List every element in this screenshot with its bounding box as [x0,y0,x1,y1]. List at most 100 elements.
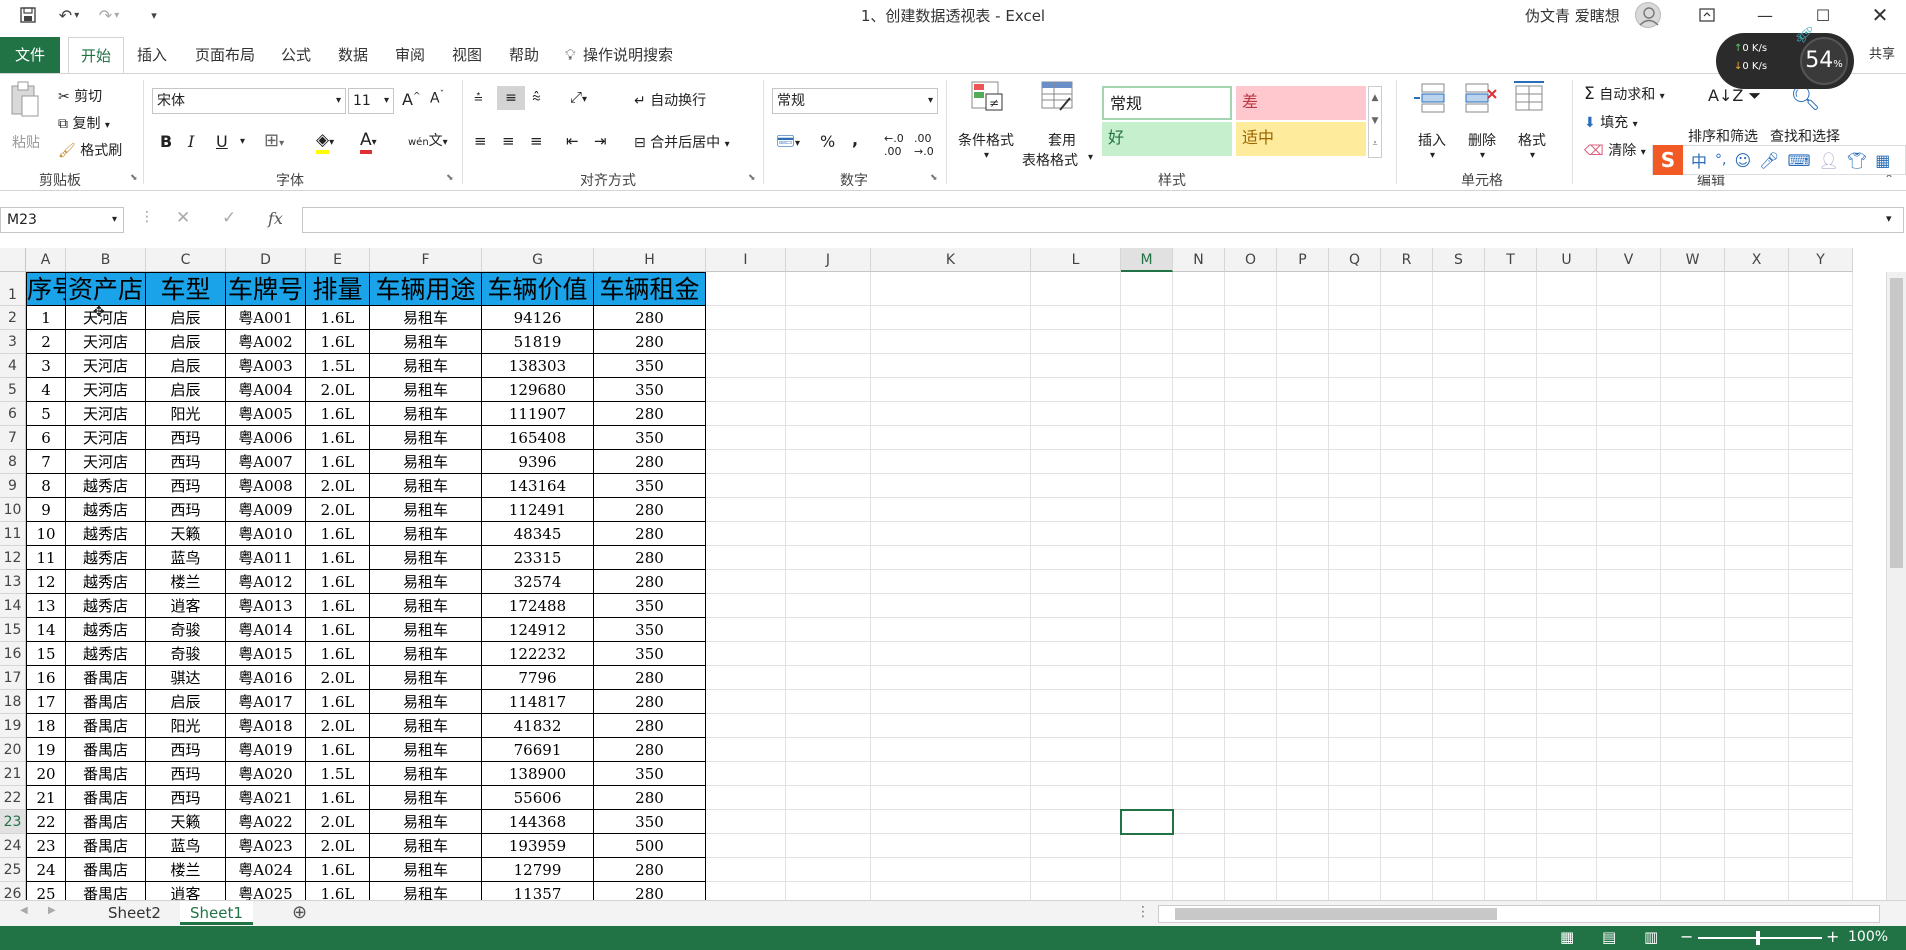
grid-cell[interactable] [1277,642,1329,666]
grid-cell[interactable] [1225,354,1277,378]
grid-cell[interactable] [1597,834,1661,858]
grid-cell[interactable] [1225,738,1277,762]
grid-cell[interactable] [1789,498,1853,522]
grid-cell[interactable] [786,306,871,330]
table-cell[interactable]: 越秀店 [66,642,146,666]
grid-cell[interactable] [871,426,1031,450]
grid-cell[interactable] [1225,570,1277,594]
grid-cell[interactable] [786,762,871,786]
grid-cell[interactable] [1329,882,1381,900]
grid-cell[interactable] [1031,402,1121,426]
grid-cell[interactable] [1031,714,1121,738]
grid-cell[interactable] [1381,450,1433,474]
table-cell[interactable]: 1.6L [306,642,370,666]
grid-cell[interactable] [1725,858,1789,882]
grid-cell[interactable] [1031,666,1121,690]
grid-cell[interactable] [786,594,871,618]
grid-cell[interactable] [786,834,871,858]
percent-icon[interactable]: % [820,132,835,151]
grid-cell[interactable] [786,858,871,882]
grid-cell[interactable] [1537,714,1597,738]
grid-cell[interactable] [1597,426,1661,450]
row-header[interactable]: 1 [0,272,26,306]
table-cell[interactable]: 易租车 [370,690,482,714]
bold-button[interactable]: B [160,132,172,151]
column-header[interactable]: Y [1789,248,1853,272]
grid-cell[interactable] [871,594,1031,618]
column-header[interactable]: A [26,248,66,272]
grid-cell[interactable] [1121,498,1173,522]
grid-cell[interactable] [1329,474,1381,498]
table-cell[interactable]: 易租车 [370,714,482,738]
table-cell[interactable]: 粤A001 [226,306,306,330]
grid-cell[interactable] [1433,810,1485,834]
table-cell[interactable]: 易租车 [370,426,482,450]
column-header[interactable]: Q [1329,248,1381,272]
table-cell[interactable]: 2.0L [306,834,370,858]
column-header[interactable]: I [706,248,786,272]
grid-cell[interactable] [786,810,871,834]
row-header[interactable]: 13 [0,570,26,594]
grid-cell[interactable] [1121,354,1173,378]
grid-cell[interactable] [1173,498,1225,522]
grid-cell[interactable] [1725,594,1789,618]
grid-cell[interactable] [1277,666,1329,690]
table-cell[interactable]: 23 [26,834,66,858]
grid-cell[interactable] [871,522,1031,546]
table-cell[interactable]: 2.0L [306,810,370,834]
table-header-cell[interactable]: 车辆租金 [594,272,706,306]
grid-cell[interactable] [1329,306,1381,330]
grid-cell[interactable] [1485,762,1537,786]
table-cell[interactable]: 粤A002 [226,330,306,354]
table-cell[interactable]: 23315 [482,546,594,570]
grid-cell[interactable] [1537,402,1597,426]
grid-cell[interactable] [1789,762,1853,786]
grid-cell[interactable] [1661,810,1725,834]
grid-cell[interactable] [1485,882,1537,900]
table-cell[interactable]: 2.0L [306,378,370,402]
table-cell[interactable]: 94126 [482,306,594,330]
table-cell[interactable]: 粤A004 [226,378,306,402]
table-cell[interactable]: 番禺店 [66,834,146,858]
grid-cell[interactable] [1121,546,1173,570]
grid-cell[interactable] [871,618,1031,642]
grid-cell[interactable] [1485,402,1537,426]
grid-cell[interactable] [1485,786,1537,810]
grid-cell[interactable] [1597,714,1661,738]
grid-cell[interactable] [871,354,1031,378]
grid-cell[interactable] [871,378,1031,402]
table-cell[interactable]: 14 [26,618,66,642]
column-header[interactable]: R [1381,248,1433,272]
table-cell[interactable]: 280 [594,570,706,594]
grid-cell[interactable] [1173,618,1225,642]
grid-cell[interactable] [871,570,1031,594]
table-cell[interactable]: 1.6L [306,546,370,570]
grid-cell[interactable] [1277,714,1329,738]
table-cell[interactable]: 1.6L [306,426,370,450]
table-cell[interactable]: 280 [594,786,706,810]
table-cell[interactable]: 粤A005 [226,402,306,426]
grid-cell[interactable] [1031,834,1121,858]
grid-cell[interactable] [1433,450,1485,474]
table-cell[interactable]: 越秀店 [66,498,146,522]
table-cell[interactable]: 越秀店 [66,474,146,498]
grid-cell[interactable] [1661,330,1725,354]
row-header[interactable]: 25 [0,858,26,882]
table-cell[interactable]: 280 [594,738,706,762]
column-header[interactable]: G [482,248,594,272]
grid-cell[interactable] [1789,858,1853,882]
table-cell[interactable]: 280 [594,330,706,354]
align-right-icon[interactable]: ≡ [530,132,543,150]
grid-cell[interactable] [1031,594,1121,618]
table-cell[interactable]: 骐达 [146,666,226,690]
network-speed-widget[interactable]: ↑0 K/s ↓0 K/s 54% 🚀︎ [1716,25,1854,89]
grid-cell[interactable] [786,402,871,426]
table-cell[interactable]: 280 [594,690,706,714]
tell-me-search[interactable]: 💡︎ 操作说明搜索 [565,37,695,73]
align-middle-icon[interactable]: ≡ [497,86,525,110]
table-cell[interactable]: 越秀店 [66,618,146,642]
grid-cell[interactable] [1225,378,1277,402]
grid-cell[interactable] [871,810,1031,834]
table-cell[interactable]: 6 [26,426,66,450]
grid-cell[interactable] [1485,858,1537,882]
